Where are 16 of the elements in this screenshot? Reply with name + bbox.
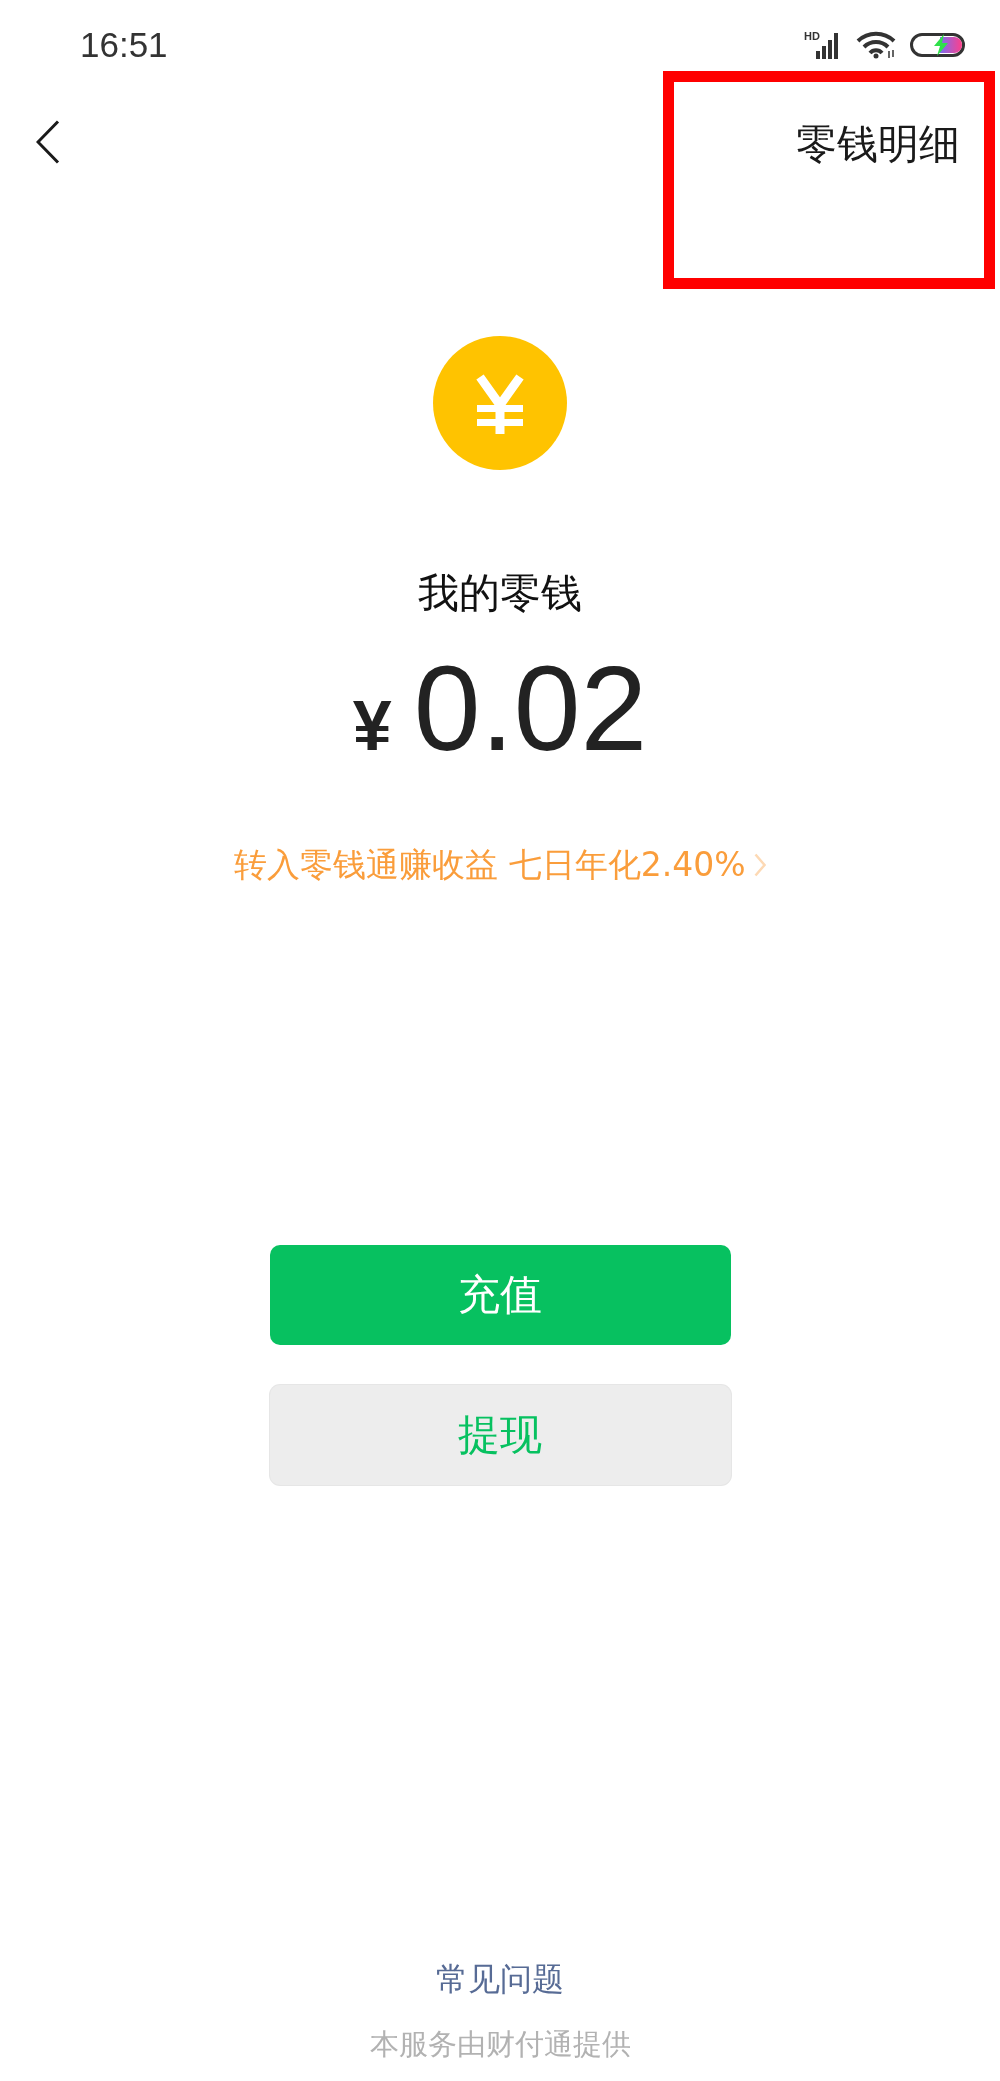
balance-title: 我的零钱	[418, 568, 582, 618]
faq-link[interactable]: 常见问题	[436, 1959, 564, 1999]
top-up-button[interactable]: 充值	[269, 1245, 731, 1345]
yen-coin-icon	[433, 336, 567, 470]
back-chevron-icon	[36, 120, 60, 164]
currency-symbol: ¥	[352, 686, 392, 767]
yield-promo-link[interactable]: 转入零钱通赚收益 七日年化2.40%	[234, 844, 766, 886]
change-details-link[interactable]: 零钱明细	[796, 118, 960, 170]
network-type-label: HD	[804, 31, 820, 42]
chevron-right-icon	[753, 853, 766, 877]
status-time: 16:51	[80, 25, 168, 65]
wifi-icon	[856, 31, 896, 59]
battery-icon	[910, 33, 968, 57]
service-provider-note: 本服务由财付通提供	[369, 2026, 631, 2063]
withdraw-button[interactable]: 提现	[269, 1385, 731, 1485]
balance-amount: 0.02	[413, 648, 648, 768]
